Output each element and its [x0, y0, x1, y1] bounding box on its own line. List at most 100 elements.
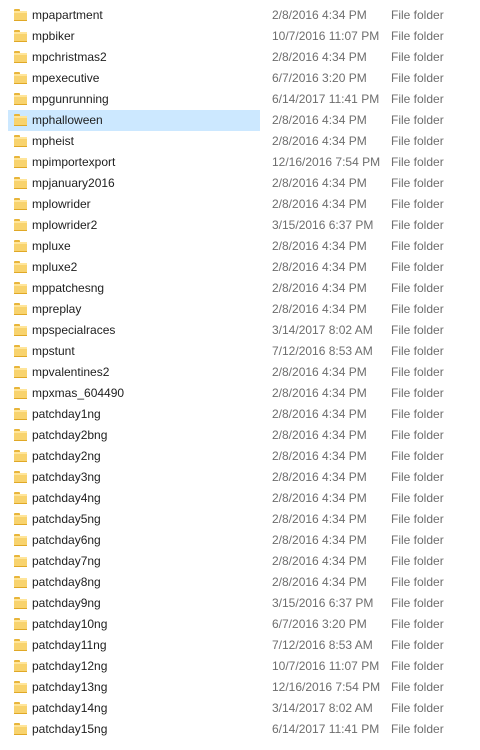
file-row[interactable]: mpstunt 7/12/2016 8:53 AM File folder: [0, 341, 480, 362]
file-name: mpapartment: [32, 8, 103, 22]
file-type: File folder: [391, 428, 444, 442]
file-row[interactable]: patchday6ng 2/8/2016 4:34 PM File folder: [0, 530, 480, 551]
folder-icon: [14, 723, 27, 735]
file-row[interactable]: mpbiker 10/7/2016 11:07 PM File folder: [0, 26, 480, 47]
file-name: patchday4ng: [32, 491, 101, 505]
file-row[interactable]: patchday2bng 2/8/2016 4:34 PM File folder: [0, 425, 480, 446]
file-type: File folder: [391, 701, 444, 715]
file-name: patchday1ng: [32, 407, 101, 421]
date-modified: 2/8/2016 4:34 PM: [272, 428, 367, 442]
file-row[interactable]: mpreplay 2/8/2016 4:34 PM File folder: [0, 299, 480, 320]
file-row[interactable]: mpimportexport 12/16/2016 7:54 PM File fol…: [0, 152, 480, 173]
folder-icon: [14, 72, 27, 84]
file-row[interactable]: patchday15ng 6/14/2017 11:41 PM File folde…: [0, 719, 480, 740]
file-row[interactable]: patchday14ng 3/14/2017 8:02 AM File folder: [0, 698, 480, 719]
file-row[interactable]: mpheist 2/8/2016 4:34 PM File folder: [0, 131, 480, 152]
file-row[interactable]: mplowrider 2/8/2016 4:34 PM File folder: [0, 194, 480, 215]
file-row[interactable]: mplowrider2 3/15/2016 6:37 PM File folder: [0, 215, 480, 236]
folder-icon: [14, 30, 27, 42]
file-row[interactable]: patchday5ng 2/8/2016 4:34 PM File folder: [0, 509, 480, 530]
file-row[interactable]: patchday4ng 2/8/2016 4:34 PM File folder: [0, 488, 480, 509]
file-name: patchday8ng: [32, 575, 101, 589]
file-row[interactable]: patchday10ng 6/7/2016 3:20 PM File folder: [0, 614, 480, 635]
folder-icon: [14, 156, 27, 168]
folder-icon: [14, 240, 27, 252]
folder-icon: [14, 513, 27, 525]
file-name: patchday11ng: [32, 638, 107, 652]
folder-icon: [14, 261, 27, 273]
file-name: patchday14ng: [32, 701, 108, 715]
file-row[interactable]: mpapartment 2/8/2016 4:34 PM File folder: [0, 5, 480, 26]
file-row[interactable]: mpspecialraces 3/14/2017 8:02 AM File fold…: [0, 320, 480, 341]
file-name: mpjanuary2016: [32, 176, 115, 190]
file-name: patchday5ng: [32, 512, 101, 526]
file-row[interactable]: patchday11ng 7/12/2016 8:53 AM File folder: [0, 635, 480, 656]
file-name: patchday2ng: [32, 449, 101, 463]
file-type: File folder: [391, 596, 444, 610]
folder-icon: [14, 366, 27, 378]
date-modified: 2/8/2016 4:34 PM: [272, 281, 367, 295]
folder-icon: [14, 429, 27, 441]
date-modified: 6/7/2016 3:20 PM: [272, 71, 367, 85]
file-type: File folder: [391, 239, 444, 253]
file-type: File folder: [391, 134, 444, 148]
file-row[interactable]: patchday2ng 2/8/2016 4:34 PM File folder: [0, 446, 480, 467]
file-row[interactable]: mpexecutive 6/7/2016 3:20 PM File folder: [0, 68, 480, 89]
folder-icon: [14, 282, 27, 294]
file-name: mpluxe2: [32, 260, 78, 274]
file-type: File folder: [391, 554, 444, 568]
file-row[interactable]: mpluxe 2/8/2016 4:34 PM File folder: [0, 236, 480, 257]
file-row[interactable]: patchday9ng 3/15/2016 6:37 PM File folder: [0, 593, 480, 614]
file-type: File folder: [391, 323, 444, 337]
file-type: File folder: [391, 71, 444, 85]
file-row[interactable]: mpjanuary2016 2/8/2016 4:34 PM File folder: [0, 173, 480, 194]
date-modified: 3/15/2016 6:37 PM: [272, 596, 374, 610]
date-modified: 6/7/2016 3:20 PM: [272, 617, 367, 631]
folder-icon: [14, 387, 27, 399]
file-row[interactable]: patchday8ng 2/8/2016 4:34 PM File folder: [0, 572, 480, 593]
folder-icon: [14, 177, 27, 189]
file-row[interactable]: mpchristmas2 2/8/2016 4:34 PM File folder: [0, 47, 480, 68]
file-row[interactable]: mpxmas_604490 2/8/2016 4:34 PM File folder: [0, 383, 480, 404]
folder-icon: [14, 639, 27, 651]
file-row[interactable]: mppatchesng 2/8/2016 4:34 PM File folder: [0, 278, 480, 299]
file-name: mpvalentines2: [32, 365, 110, 379]
date-modified: 6/14/2017 11:41 PM: [272, 92, 380, 106]
file-row[interactable]: mpvalentines2 2/8/2016 4:34 PM File folder: [0, 362, 480, 383]
file-row[interactable]: patchday1ng 2/8/2016 4:34 PM File folder: [0, 404, 480, 425]
file-type: File folder: [391, 92, 444, 106]
file-row[interactable]: patchday12ng 10/7/2016 11:07 PM File folde…: [0, 656, 480, 677]
file-name: patchday15ng: [32, 722, 108, 736]
file-row[interactable]: patchday3ng 2/8/2016 4:34 PM File folder: [0, 467, 480, 488]
file-type: File folder: [391, 533, 444, 547]
file-row[interactable]: mpgunrunning 6/14/2017 11:41 PM File folde…: [0, 89, 480, 110]
date-modified: 10/7/2016 11:07 PM: [272, 29, 380, 43]
folder-icon: [14, 51, 27, 63]
file-row[interactable]: mpluxe2 2/8/2016 4:34 PM File folder: [0, 257, 480, 278]
file-type: File folder: [391, 512, 444, 526]
folder-icon: [14, 303, 27, 315]
file-type: File folder: [391, 575, 444, 589]
folder-icon: [14, 576, 27, 588]
folder-icon: [14, 198, 27, 210]
date-modified: 2/8/2016 4:34 PM: [272, 302, 367, 316]
file-name: mpgunrunning: [32, 92, 109, 106]
file-type: File folder: [391, 197, 444, 211]
file-name: patchday9ng: [32, 596, 101, 610]
file-name: mpluxe: [32, 239, 71, 253]
folder-icon: [14, 408, 27, 420]
date-modified: 2/8/2016 4:34 PM: [272, 575, 367, 589]
file-type: File folder: [391, 113, 444, 127]
file-name: patchday12ng: [32, 659, 108, 673]
date-modified: 7/12/2016 8:53 AM: [272, 344, 373, 358]
date-modified: 6/14/2017 11:41 PM: [272, 722, 380, 736]
file-row[interactable]: mphalloween 2/8/2016 4:34 PM File folder: [0, 110, 480, 131]
date-modified: 2/8/2016 4:34 PM: [272, 8, 367, 22]
folder-icon: [14, 618, 27, 630]
file-type: File folder: [391, 281, 444, 295]
file-type: File folder: [391, 491, 444, 505]
folder-icon: [14, 114, 27, 126]
file-type: File folder: [391, 302, 444, 316]
file-row[interactable]: patchday7ng 2/8/2016 4:34 PM File folder: [0, 551, 480, 572]
file-row[interactable]: patchday13ng 12/16/2016 7:54 PM File folde…: [0, 677, 480, 698]
